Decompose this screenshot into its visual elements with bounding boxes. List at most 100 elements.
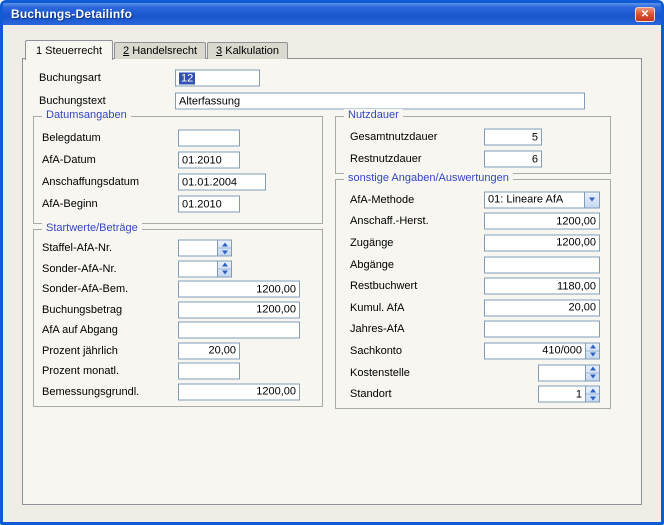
close-icon: ✕ [641,9,649,20]
kostenstelle-spinner[interactable] [586,364,600,381]
prozent-jaehrlich-input[interactable] [178,342,240,359]
field-label: Sonder-AfA-Nr. [42,263,117,275]
dialog-window: Buchungs-Detailinfo ✕ 1 Steuerrecht 2 Ha… [0,0,664,525]
afa-datum-input[interactable] [178,152,240,169]
staffel-afa-nr-spinner[interactable] [218,240,232,257]
field-row: Kostenstelle [336,362,610,384]
field-row: Prozent jährlich [34,341,322,362]
field-row: Zugänge [336,232,610,254]
afa-methode-value: 01: Lineare AfA [484,191,585,208]
afa-methode-select[interactable]: 01: Lineare AfA [484,191,600,208]
buchungstext-input[interactable] [175,93,585,110]
field-label: Kumul. AfA [350,302,404,314]
tab-steuerrecht[interactable]: 1 Steuerrecht [25,40,113,60]
spin-down-icon[interactable] [218,248,231,256]
field-label: Restnutzdauer [350,153,422,165]
standort-spinner[interactable] [586,386,600,403]
field-label: AfA-Datum [42,154,96,166]
field-label: Staffel-AfA-Nr. [42,242,112,254]
jahres-afa-input[interactable] [484,321,600,338]
field-row: Sachkonto [336,340,610,362]
spin-up-icon[interactable] [586,343,599,350]
tab-label: 3 Kalkulation [216,45,279,57]
spin-up-icon[interactable] [586,387,599,394]
field-row: AfA-Methode 01: Lineare AfA [336,189,610,211]
belegdatum-input[interactable] [178,130,240,147]
sachkonto-spinner[interactable] [586,342,600,359]
restnutzdauer-input[interactable] [484,151,542,168]
field-label: Restbuchwert [350,280,417,292]
dialog-client-area: 1 Steuerrecht 2 Handelsrecht 3 Kalkulati… [3,25,661,522]
tab-label: 1 Steuerrecht [36,45,102,57]
restbuchwert-input[interactable] [484,278,600,295]
field-row: AfA auf Abgang [34,320,322,341]
field-row: Buchungsbetrag [34,300,322,321]
spin-down-icon[interactable] [218,268,231,276]
prozent-monatl-input[interactable] [178,363,240,380]
tab-page-steuerrecht: 1 Steuerrecht 2 Handelsrecht 3 Kalkulati… [22,58,642,505]
spin-up-icon[interactable] [218,261,231,268]
group-title: Startwerte/Beträge [42,222,142,234]
field-row: Prozent monatl. [34,361,322,382]
spin-up-icon[interactable] [218,241,231,248]
anschaff-herst-input[interactable] [484,213,600,230]
sonder-afa-nr-input[interactable] [178,260,218,277]
field-label: Belegdatum [42,132,101,144]
field-row: Standort [336,383,610,405]
buchungsart-input[interactable]: 12 [175,70,260,87]
field-row: Abgänge [336,254,610,276]
spin-down-icon[interactable] [586,350,599,358]
close-button[interactable]: ✕ [635,7,655,22]
sonder-afa-nr-spinner[interactable] [218,260,232,277]
afa-beginn-input[interactable] [178,196,240,213]
field-row: Sonder-AfA-Bem. [34,279,322,300]
field-label: AfA-Beginn [42,198,98,210]
abgaenge-input[interactable] [484,256,600,273]
tab-bar: 1 Steuerrecht 2 Handelsrecht 3 Kalkulati… [25,40,289,59]
field-label: Buchungsart [39,72,101,84]
field-label: Anschaffungsdatum [42,176,139,188]
kostenstelle-input[interactable] [538,364,586,381]
kumul-afa-input[interactable] [484,299,600,316]
buchungsbetrag-input[interactable] [178,301,300,318]
tab-label: 2 Handelsrecht [123,45,197,57]
anschaffungsdatum-input[interactable] [178,174,266,191]
sachkonto-input[interactable] [484,342,586,359]
sonder-afa-bem-input[interactable] [178,281,300,298]
spin-down-icon[interactable] [586,394,599,402]
field-row: Bemessungsgrundl. [34,382,322,403]
field-row: Staffel-AfA-Nr. [34,238,322,259]
gesamtnutzdauer-input[interactable] [484,129,542,146]
field-label: Jahres-AfA [350,323,404,335]
zugaenge-input[interactable] [484,234,600,251]
field-label: Abgänge [350,259,394,271]
field-label: AfA auf Abgang [42,324,118,336]
field-row: AfA-Beginn [34,193,322,215]
group-sonstige-angaben: sonstige Angaben/Auswertungen AfA-Method… [335,179,611,409]
field-label: AfA-Methode [350,194,414,206]
group-startwerte: Startwerte/Beträge Staffel-AfA-Nr. [33,229,323,407]
buchungsart-selected-text: 12 [179,72,195,84]
spin-up-icon[interactable] [586,365,599,372]
group-title: sonstige Angaben/Auswertungen [344,172,513,184]
field-row: Anschaffungsdatum [34,171,322,193]
field-row: Jahres-AfA [336,319,610,341]
titlebar[interactable]: Buchungs-Detailinfo ✕ [3,3,661,25]
group-title: Nutzdauer [344,109,403,121]
field-row: Kumul. AfA [336,297,610,319]
tab-kalkulation[interactable]: 3 Kalkulation [207,42,288,59]
staffel-afa-nr-input[interactable] [178,240,218,257]
spin-down-icon[interactable] [586,372,599,380]
field-label: Standort [350,388,392,400]
field-label: Prozent jährlich [42,345,118,357]
group-datumsangaben: Datumsangaben Belegdatum AfA-Datum Ansch… [33,116,323,224]
dropdown-arrow-icon[interactable] [585,191,600,208]
field-label: Sachkonto [350,345,402,357]
afa-auf-abgang-input[interactable] [178,322,300,339]
field-row: AfA-Datum [34,149,322,171]
window-title: Buchungs-Detailinfo [11,7,635,21]
bemessungsgrundl-input[interactable] [178,383,300,400]
tab-handelsrecht[interactable]: 2 Handelsrecht [114,42,206,59]
standort-input[interactable] [538,386,586,403]
field-label: Anschaff.-Herst. [350,215,429,227]
